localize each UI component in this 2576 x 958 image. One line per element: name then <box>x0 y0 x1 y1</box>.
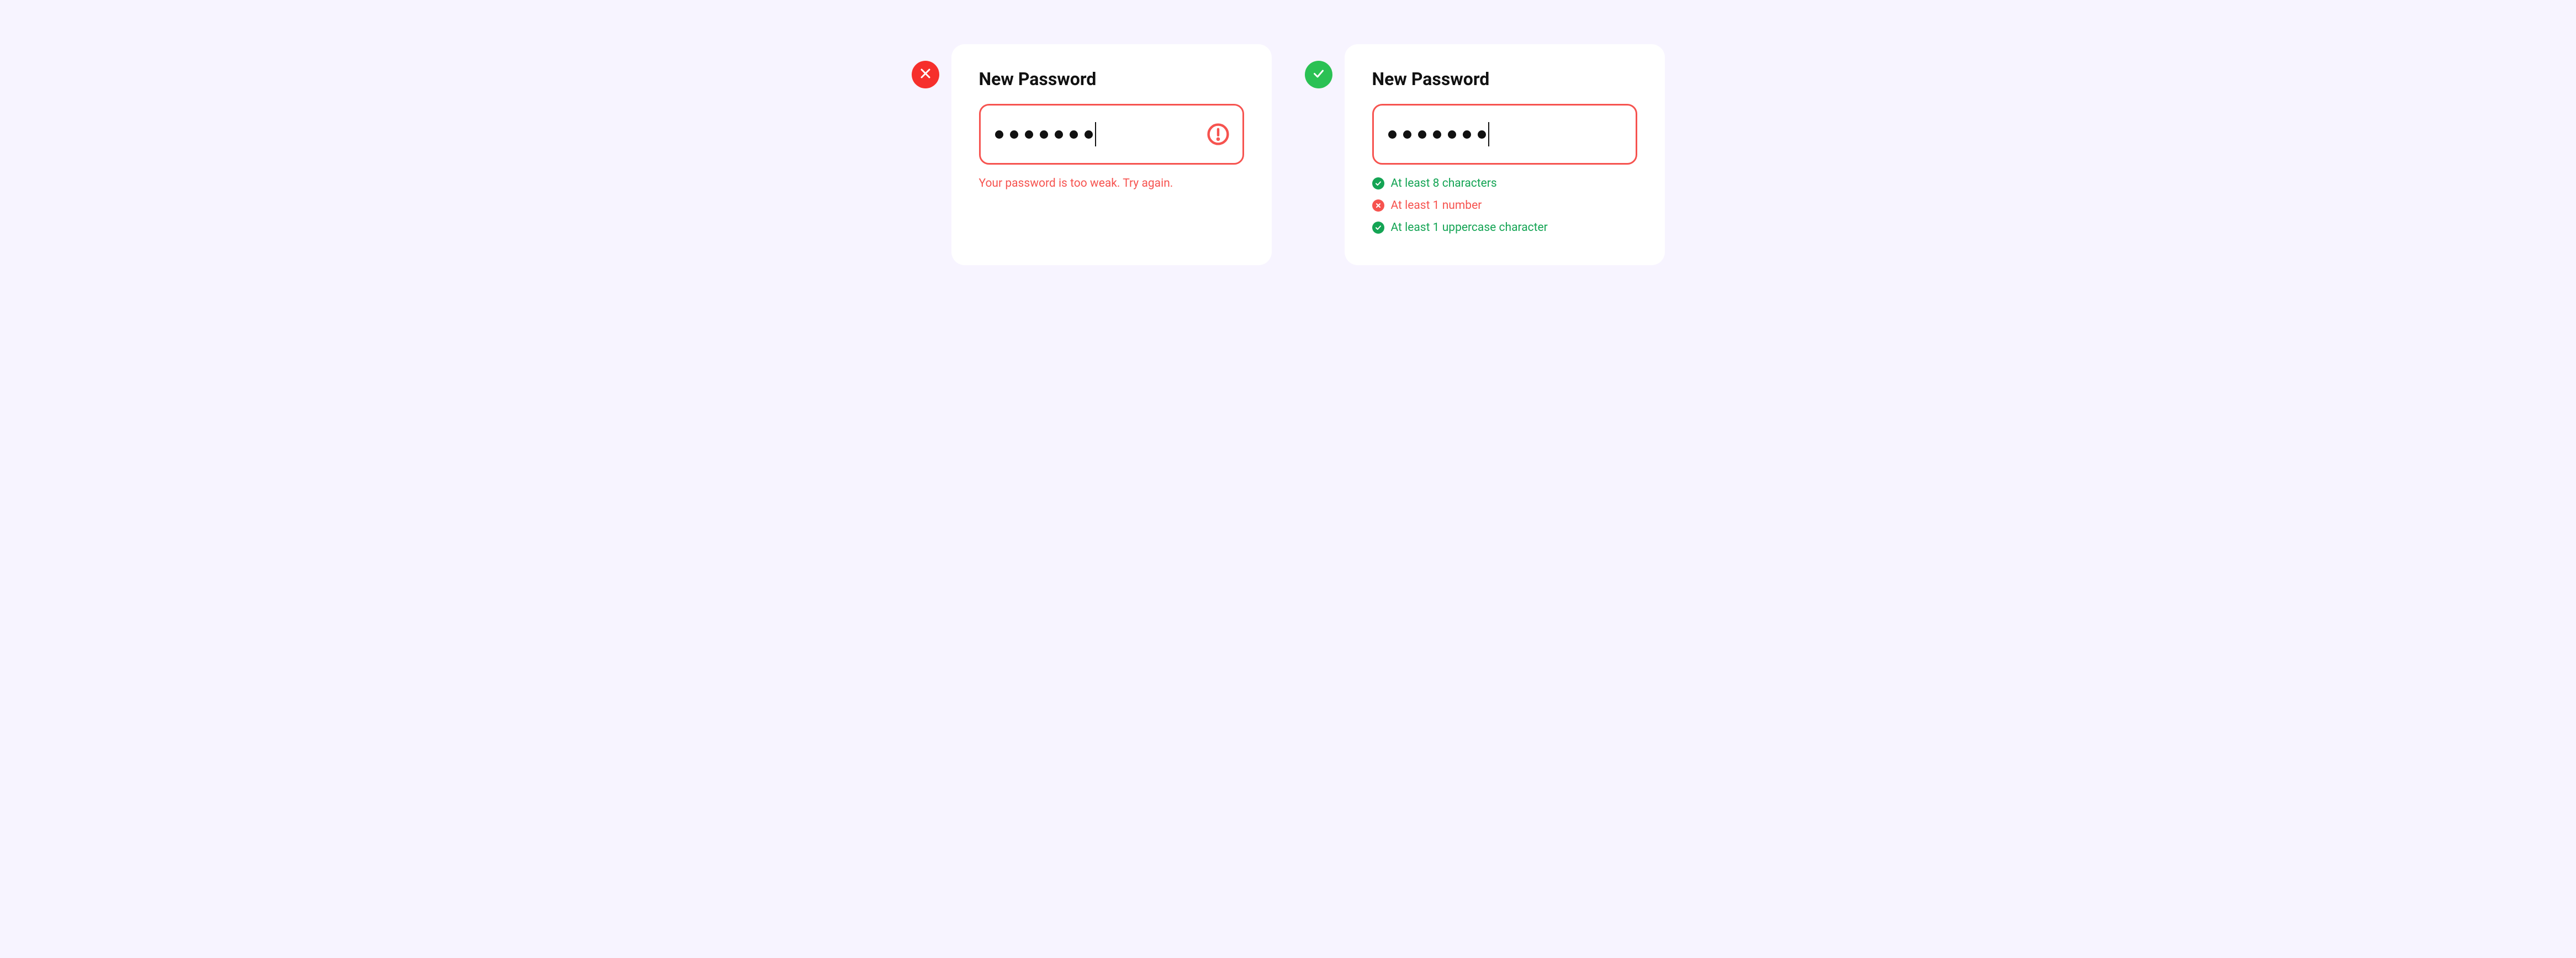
criteria-row: At least 1 uppercase character <box>1372 221 1637 234</box>
text-caret <box>1095 122 1096 146</box>
password-dot <box>1055 130 1063 139</box>
password-dot <box>1463 130 1471 139</box>
password-dot <box>1388 130 1397 139</box>
password-dot <box>1010 130 1018 139</box>
card-heading: New Password <box>979 69 1244 90</box>
good-password-card: New Password At least 8 characters <box>1345 44 1665 265</box>
criteria-label: At least 1 number <box>1391 199 1482 212</box>
cross-icon <box>919 67 932 82</box>
password-dot <box>1448 130 1456 139</box>
password-dot <box>1418 130 1426 139</box>
check-icon <box>1312 67 1325 82</box>
criteria-row: At least 8 characters <box>1372 177 1637 190</box>
criteria-row: At least 1 number <box>1372 199 1637 212</box>
password-input[interactable] <box>1372 104 1637 165</box>
password-input[interactable] <box>979 104 1244 165</box>
check-circle-icon <box>1372 177 1384 190</box>
password-dot <box>1040 130 1048 139</box>
password-dot <box>1070 130 1078 139</box>
text-caret <box>1488 122 1489 146</box>
criteria-label: At least 8 characters <box>1391 177 1497 190</box>
bad-example: New Password Your password is too weak. … <box>912 44 1272 265</box>
error-message: Your password is too weak. Try again. <box>979 177 1244 190</box>
password-criteria-list: At least 8 characters At least 1 number <box>1372 177 1637 234</box>
good-example: New Password At least 8 characters <box>1305 44 1665 265</box>
password-dot <box>1085 130 1093 139</box>
password-dot <box>1478 130 1486 139</box>
password-dot <box>1433 130 1441 139</box>
cross-badge <box>912 61 939 88</box>
alert-circle-icon <box>1206 122 1230 146</box>
check-badge <box>1305 61 1332 88</box>
card-heading: New Password <box>1372 69 1637 90</box>
criteria-label: At least 1 uppercase character <box>1391 221 1548 234</box>
password-dot <box>1025 130 1033 139</box>
check-circle-icon <box>1372 222 1384 234</box>
password-dot <box>995 130 1003 139</box>
cross-circle-icon <box>1372 199 1384 212</box>
password-dot <box>1403 130 1411 139</box>
password-dots-good <box>1388 130 1486 139</box>
password-dots-bad <box>995 130 1093 139</box>
bad-password-card: New Password Your password is too weak. … <box>951 44 1272 265</box>
